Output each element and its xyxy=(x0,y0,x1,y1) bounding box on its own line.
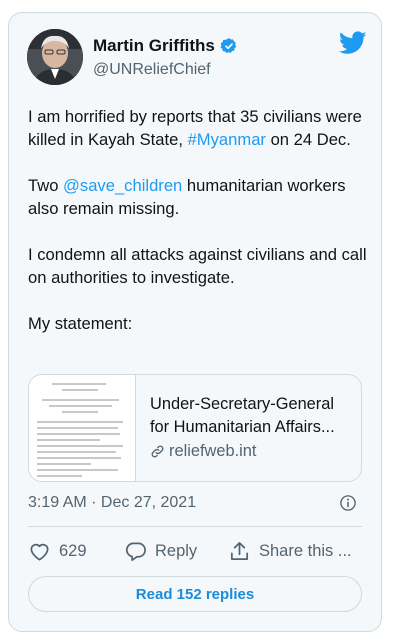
hashtag-myanmar[interactable]: #Myanmar xyxy=(188,130,266,149)
link-title[interactable]: Under-Secretary-General for Humanitarian… xyxy=(150,393,355,439)
twitter-bird-icon[interactable] xyxy=(339,31,367,55)
document-thumbnail xyxy=(29,375,136,481)
like-count: 629 xyxy=(59,542,87,560)
reply-label: Reply xyxy=(155,542,198,560)
tweet-timestamp[interactable]: 3:19 AM · Dec 27, 2021 xyxy=(28,494,196,512)
verified-badge-icon xyxy=(220,38,237,53)
link-domain: reliefweb.int xyxy=(169,442,257,460)
tweet-paragraph-1: I am horrified by reports that 35 civili… xyxy=(28,107,362,149)
like-button[interactable]: 629 xyxy=(28,540,87,563)
tweet-text: I am horrified by reports that 35 civili… xyxy=(28,105,368,358)
link-icon xyxy=(151,445,164,458)
tweet-header: Martin Griffiths @UNReliefChief xyxy=(27,29,367,87)
reply-button[interactable]: Reply xyxy=(124,540,197,563)
link-preview-card[interactable]: Under-Secretary-General for Humanitarian… xyxy=(28,374,362,482)
divider xyxy=(28,526,362,527)
avatar[interactable] xyxy=(27,29,83,85)
reply-icon xyxy=(125,542,146,561)
user-handle[interactable]: @UNReliefChief xyxy=(93,61,238,79)
tweet-paragraph-4: My statement: xyxy=(28,314,133,333)
read-replies-button[interactable]: Read 152 replies xyxy=(28,576,362,612)
display-name[interactable]: Martin Griffiths xyxy=(93,36,215,56)
share-button[interactable]: Share this ... xyxy=(228,540,352,563)
info-icon[interactable] xyxy=(339,494,357,512)
tweet-paragraph-3: I condemn all attacks against civilians … xyxy=(28,245,367,287)
share-label: Share this ... xyxy=(259,542,352,560)
share-icon xyxy=(230,542,249,561)
mention-save-children[interactable]: @save_children xyxy=(63,176,182,195)
tweet-card[interactable]: Martin Griffiths @UNReliefChief I am hor… xyxy=(8,12,382,632)
tweet-paragraph-2: Two @save_children humanitarian workers … xyxy=(28,176,346,218)
link-domain-row: reliefweb.int xyxy=(150,442,355,461)
heart-icon xyxy=(30,543,49,561)
action-bar: 629 Reply Share this ... xyxy=(28,540,362,570)
